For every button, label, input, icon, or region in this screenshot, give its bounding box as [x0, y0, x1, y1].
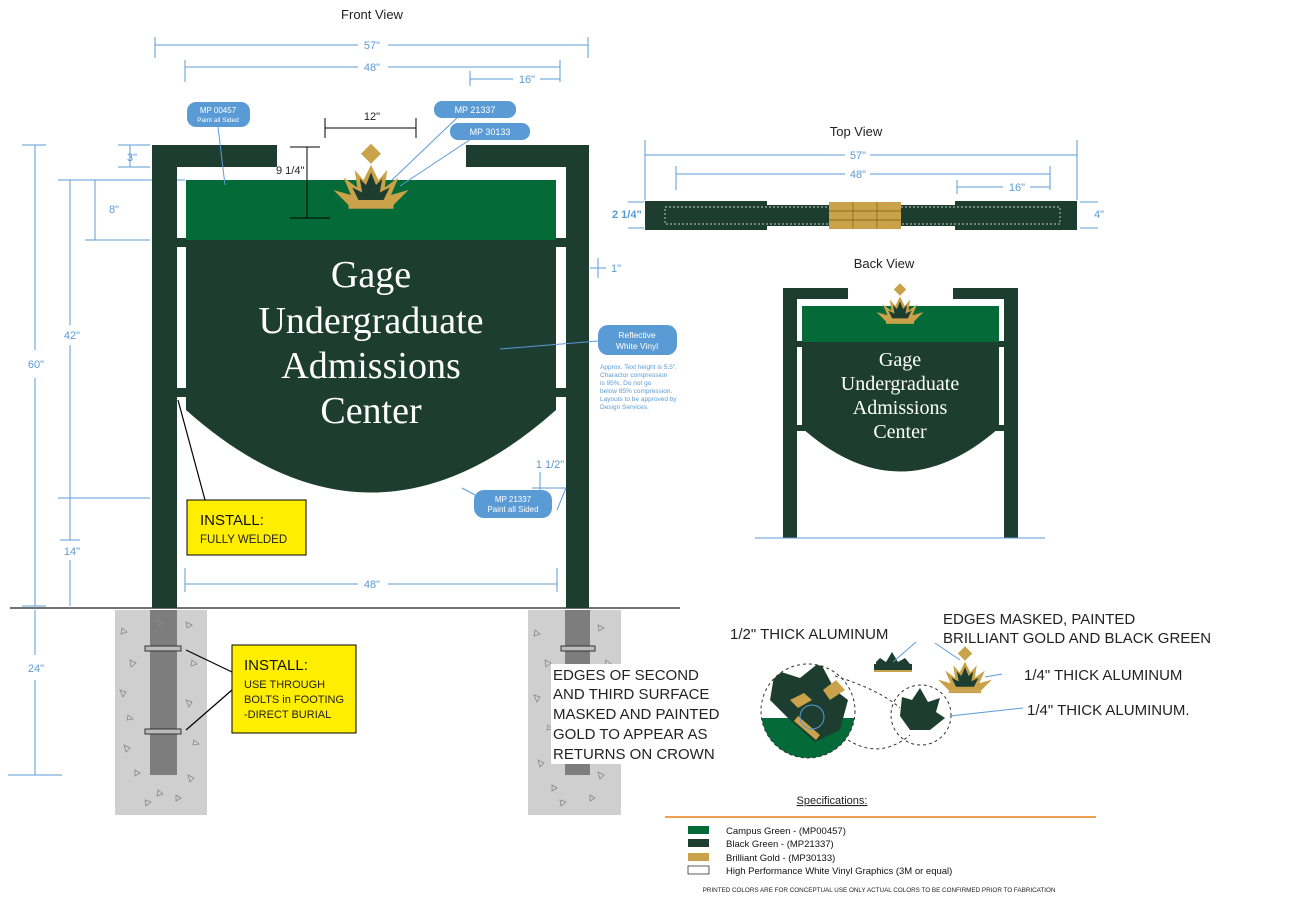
svg-text:Layouts to be approved by: Layouts to be approved by — [600, 396, 677, 403]
callout-mp21337-bottom: MP 21337 Paint all Sided — [474, 490, 552, 518]
label-quarter-inch-1: 1/4" THICK ALUMINUM — [1024, 667, 1182, 684]
swatch-black-green — [688, 839, 709, 847]
label-half-inch: 1/2" THICK ALUMINUM — [730, 626, 888, 643]
svg-text:INSTALL:: INSTALL: — [200, 512, 264, 529]
dim-9-25: 9 1/4" — [276, 165, 304, 177]
sign-line-2: Undergraduate — [258, 300, 483, 342]
crown-layer-gold — [938, 646, 992, 694]
crown-layer-green — [890, 684, 952, 746]
spec-item-3: Brilliant Gold - (MP30133) — [726, 853, 835, 864]
spec-legend: Campus Green - (MP00457) Black Green - (… — [687, 826, 952, 877]
svg-text:USE THROUGH: USE THROUGH — [244, 679, 325, 691]
svg-text:EDGES OF SECOND: EDGES OF SECOND — [553, 667, 699, 684]
left-footing — [115, 610, 207, 815]
svg-text:below 85% compression.: below 85% compression. — [600, 388, 672, 395]
top-dim-2-25: 2 1/4" — [612, 209, 642, 221]
label-edges-second: EDGES OF SECOND AND THIRD SURFACE MASKED… — [551, 664, 749, 764]
top-dim-16: 16" — [1009, 182, 1025, 194]
svg-text:MP 00457: MP 00457 — [200, 106, 237, 115]
svg-text:RETURNS ON CROWN: RETURNS ON CROWN — [553, 746, 715, 763]
top-dim-48: 48" — [850, 169, 866, 181]
dim-42: 42" — [64, 330, 80, 342]
swatch-campus-green — [688, 826, 709, 834]
svg-text:INSTALL:: INSTALL: — [244, 657, 308, 674]
sign-line-1: Gage — [331, 254, 411, 296]
svg-text:Charactor compression: Charactor compression — [600, 372, 668, 379]
svg-text:AND THIRD SURFACE: AND THIRD SURFACE — [553, 686, 709, 703]
back-sign-line-4: Center — [873, 421, 927, 443]
spec-footnote: PRINTED COLORS ARE FOR CONCEPTUAL USE ON… — [703, 887, 1056, 894]
dim-3: 3" — [127, 152, 137, 164]
svg-text:MP 21337: MP 21337 — [495, 495, 532, 504]
svg-text:Paint all Sided: Paint all Sided — [487, 505, 538, 514]
back-crown-logo — [876, 283, 924, 324]
callout-mp00457: MP 00457 Paint all Sided — [187, 102, 250, 127]
svg-text:Design Services.: Design Services. — [600, 404, 649, 411]
top-dim-57: 57" — [850, 150, 866, 162]
dim-8: 8" — [109, 204, 119, 216]
svg-text:FULLY WELDED: FULLY WELDED — [200, 534, 287, 546]
sign-drawing: Front View 57" 48" 16" 60" 42" 14" 24" 8… — [8, 7, 1211, 894]
svg-text:White Vinyl: White Vinyl — [616, 341, 658, 351]
back-view-title: Back View — [854, 256, 915, 271]
label-edges-masked-1: EDGES MASKED, PAINTED — [943, 611, 1135, 628]
callout-mp30133: MP 30133 — [450, 123, 530, 140]
dim-12: 12" — [364, 111, 380, 123]
svg-text:GOLD TO APPEAR AS: GOLD TO APPEAR AS — [553, 726, 708, 743]
callout-reflective-vinyl: Reflective White Vinyl — [598, 325, 677, 355]
dim-57-front: 57" — [364, 40, 380, 52]
svg-text:MP 21337: MP 21337 — [455, 105, 496, 115]
svg-text:-DIRECT BURIAL: -DIRECT BURIAL — [244, 709, 331, 721]
back-sign-line-2: Undergraduate — [841, 373, 960, 395]
back-sign-line-1: Gage — [879, 349, 921, 371]
svg-text:Reflective: Reflective — [618, 330, 656, 340]
svg-text:Approx. Text height is 5.5".: Approx. Text height is 5.5". — [600, 364, 677, 371]
svg-text:is 95%. Do not go: is 95%. Do not go — [600, 380, 652, 387]
swatch-white-vinyl — [687, 865, 710, 875]
front-view-title: Front View — [341, 7, 404, 22]
top-dim-4: 4" — [1094, 209, 1104, 221]
dim-60: 60" — [28, 359, 44, 371]
callout-mp21337-top: MP 21337 — [434, 101, 516, 118]
sign-line-4: Center — [320, 390, 422, 432]
install-bolts-box: INSTALL: USE THROUGH BOLTS in FOOTING -D… — [231, 644, 357, 734]
label-edges-masked-2: BRILLIANT GOLD AND BLACK GREEN — [943, 630, 1211, 647]
detail-connector-2 — [847, 734, 911, 750]
dim-16-front: 16" — [519, 74, 535, 86]
text-height-note: Approx. Text height is 5.5". Charactor c… — [600, 364, 677, 411]
svg-text:MASKED AND PAINTED: MASKED AND PAINTED — [553, 706, 720, 723]
spec-item-4: High Performance White Vinyl Graphics (3… — [726, 866, 952, 877]
dim-24: 24" — [28, 663, 44, 675]
dim-14: 14" — [64, 546, 80, 558]
spec-item-2: Black Green - (MP21337) — [726, 839, 834, 850]
dim-48-front: 48" — [364, 62, 380, 74]
swatch-brilliant-gold — [688, 853, 709, 861]
svg-text:BOLTS in FOOTING: BOLTS in FOOTING — [244, 694, 344, 706]
dim-1: 1" — [611, 263, 621, 275]
svg-text:Paint all Sided: Paint all Sided — [197, 117, 239, 124]
sign-line-3: Admissions — [281, 345, 460, 387]
crown-detail-circle — [761, 664, 855, 758]
top-view-frame — [645, 201, 1077, 230]
install-welded-box: INSTALL: FULLY WELDED — [186, 499, 307, 556]
spec-item-1: Campus Green - (MP00457) — [726, 826, 846, 837]
dim-1-5: 1 1/2" — [536, 459, 564, 471]
dim-48-bottom: 48" — [364, 579, 380, 591]
back-sign-line-3: Admissions — [853, 397, 948, 419]
top-view-title: Top View — [830, 124, 883, 139]
spec-title: Specifications: — [797, 795, 868, 807]
svg-text:MP 30133: MP 30133 — [470, 127, 511, 137]
label-quarter-inch-2: 1/4" THICK ALUMINUM. — [1027, 702, 1190, 719]
crown-logo — [333, 143, 409, 209]
